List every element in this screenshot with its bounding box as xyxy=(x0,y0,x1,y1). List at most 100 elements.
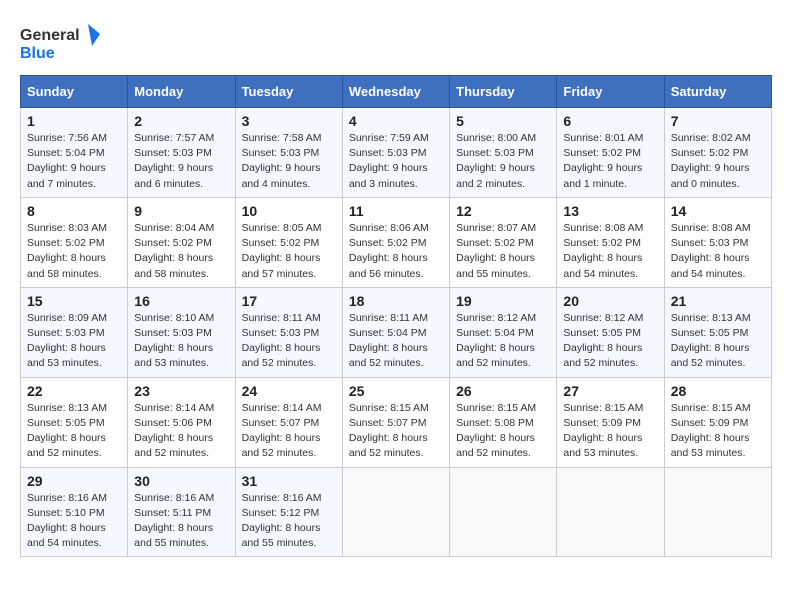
day-number: 27 xyxy=(563,383,657,399)
calendar-cell: 10 Sunrise: 8:05 AM Sunset: 5:02 PM Dayli… xyxy=(235,197,342,287)
day-number: 6 xyxy=(563,113,657,129)
calendar-week-row: 8 Sunrise: 8:03 AM Sunset: 5:02 PM Daylig… xyxy=(21,197,772,287)
day-number: 24 xyxy=(242,383,336,399)
calendar-cell: 29 Sunrise: 8:16 AM Sunset: 5:10 PM Dayli… xyxy=(21,467,128,557)
day-number: 5 xyxy=(456,113,550,129)
day-number: 4 xyxy=(349,113,443,129)
day-info: Sunrise: 8:13 AM Sunset: 5:05 PM Dayligh… xyxy=(671,311,765,372)
calendar-cell: 18 Sunrise: 8:11 AM Sunset: 5:04 PM Dayli… xyxy=(342,287,449,377)
day-number: 21 xyxy=(671,293,765,309)
day-number: 18 xyxy=(349,293,443,309)
day-number: 13 xyxy=(563,203,657,219)
day-number: 16 xyxy=(134,293,228,309)
weekday-header: Sunday xyxy=(21,76,128,108)
day-number: 26 xyxy=(456,383,550,399)
svg-text:General: General xyxy=(20,27,80,44)
calendar-cell: 26 Sunrise: 8:15 AM Sunset: 5:08 PM Dayli… xyxy=(450,377,557,467)
day-info: Sunrise: 8:15 AM Sunset: 5:09 PM Dayligh… xyxy=(563,401,657,462)
weekday-header: Friday xyxy=(557,76,664,108)
day-number: 25 xyxy=(349,383,443,399)
calendar-cell: 4Sunrise: 7:59 AM Sunset: 5:03 PM Daylig… xyxy=(342,108,449,198)
calendar-cell: 1Sunrise: 7:56 AM Sunset: 5:04 PM Daylig… xyxy=(21,108,128,198)
day-number: 8 xyxy=(27,203,121,219)
calendar-cell xyxy=(342,467,449,557)
day-info: Sunrise: 8:15 AM Sunset: 5:08 PM Dayligh… xyxy=(456,401,550,462)
day-info: Sunrise: 8:08 AM Sunset: 5:02 PM Dayligh… xyxy=(563,221,657,282)
day-number: 2 xyxy=(134,113,228,129)
day-number: 28 xyxy=(671,383,765,399)
day-info: Sunrise: 8:09 AM Sunset: 5:03 PM Dayligh… xyxy=(27,311,121,372)
calendar-cell: 30Sunrise: 8:16 AM Sunset: 5:11 PM Dayli… xyxy=(128,467,235,557)
logo-svg: General Blue xyxy=(20,20,100,65)
day-info: Sunrise: 8:11 AM Sunset: 5:03 PM Dayligh… xyxy=(242,311,336,372)
logo: General Blue xyxy=(20,20,100,65)
day-number: 30 xyxy=(134,473,228,489)
calendar-table: SundayMondayTuesdayWednesdayThursdayFrid… xyxy=(20,75,772,557)
day-number: 23 xyxy=(134,383,228,399)
day-info: Sunrise: 7:57 AM Sunset: 5:03 PM Dayligh… xyxy=(134,131,228,192)
calendar-cell: 31Sunrise: 8:16 AM Sunset: 5:12 PM Dayli… xyxy=(235,467,342,557)
day-info: Sunrise: 8:02 AM Sunset: 5:02 PM Dayligh… xyxy=(671,131,765,192)
day-info: Sunrise: 8:15 AM Sunset: 5:07 PM Dayligh… xyxy=(349,401,443,462)
calendar-cell: 11 Sunrise: 8:06 AM Sunset: 5:02 PM Dayli… xyxy=(342,197,449,287)
calendar-cell: 28 Sunrise: 8:15 AM Sunset: 5:09 PM Dayli… xyxy=(664,377,771,467)
day-number: 29 xyxy=(27,473,121,489)
day-info: Sunrise: 7:58 AM Sunset: 5:03 PM Dayligh… xyxy=(242,131,336,192)
weekday-header: Thursday xyxy=(450,76,557,108)
calendar-cell: 12 Sunrise: 8:07 AM Sunset: 5:02 PM Dayli… xyxy=(450,197,557,287)
calendar-cell: 2 Sunrise: 7:57 AM Sunset: 5:03 PM Daylig… xyxy=(128,108,235,198)
calendar-cell: 24Sunrise: 8:14 AM Sunset: 5:07 PM Dayli… xyxy=(235,377,342,467)
calendar-cell: 13 Sunrise: 8:08 AM Sunset: 5:02 PM Dayli… xyxy=(557,197,664,287)
day-info: Sunrise: 8:07 AM Sunset: 5:02 PM Dayligh… xyxy=(456,221,550,282)
day-info: Sunrise: 8:13 AM Sunset: 5:05 PM Dayligh… xyxy=(27,401,121,462)
calendar-cell: 25 Sunrise: 8:15 AM Sunset: 5:07 PM Dayli… xyxy=(342,377,449,467)
day-number: 14 xyxy=(671,203,765,219)
day-info: Sunrise: 8:01 AM Sunset: 5:02 PM Dayligh… xyxy=(563,131,657,192)
calendar-cell: 19Sunrise: 8:12 AM Sunset: 5:04 PM Dayli… xyxy=(450,287,557,377)
day-info: Sunrise: 8:12 AM Sunset: 5:05 PM Dayligh… xyxy=(563,311,657,372)
day-number: 12 xyxy=(456,203,550,219)
day-info: Sunrise: 8:15 AM Sunset: 5:09 PM Dayligh… xyxy=(671,401,765,462)
day-info: Sunrise: 8:03 AM Sunset: 5:02 PM Dayligh… xyxy=(27,221,121,282)
calendar-cell: 14 Sunrise: 8:08 AM Sunset: 5:03 PM Dayli… xyxy=(664,197,771,287)
day-number: 20 xyxy=(563,293,657,309)
day-info: Sunrise: 7:56 AM Sunset: 5:04 PM Dayligh… xyxy=(27,131,121,192)
day-info: Sunrise: 8:11 AM Sunset: 5:04 PM Dayligh… xyxy=(349,311,443,372)
svg-text:Blue: Blue xyxy=(20,45,55,62)
calendar-cell: 23 Sunrise: 8:14 AM Sunset: 5:06 PM Dayli… xyxy=(128,377,235,467)
day-info: Sunrise: 8:04 AM Sunset: 5:02 PM Dayligh… xyxy=(134,221,228,282)
day-number: 7 xyxy=(671,113,765,129)
day-number: 31 xyxy=(242,473,336,489)
day-info: Sunrise: 8:06 AM Sunset: 5:02 PM Dayligh… xyxy=(349,221,443,282)
calendar-cell: 5 Sunrise: 8:00 AM Sunset: 5:03 PM Daylig… xyxy=(450,108,557,198)
calendar-cell: 7 Sunrise: 8:02 AM Sunset: 5:02 PM Daylig… xyxy=(664,108,771,198)
day-info: Sunrise: 8:08 AM Sunset: 5:03 PM Dayligh… xyxy=(671,221,765,282)
calendar-header-row: SundayMondayTuesdayWednesdayThursdayFrid… xyxy=(21,76,772,108)
calendar-cell: 21 Sunrise: 8:13 AM Sunset: 5:05 PM Dayli… xyxy=(664,287,771,377)
day-info: Sunrise: 8:10 AM Sunset: 5:03 PM Dayligh… xyxy=(134,311,228,372)
calendar-week-row: 1Sunrise: 7:56 AM Sunset: 5:04 PM Daylig… xyxy=(21,108,772,198)
day-number: 9 xyxy=(134,203,228,219)
day-number: 11 xyxy=(349,203,443,219)
day-info: Sunrise: 8:12 AM Sunset: 5:04 PM Dayligh… xyxy=(456,311,550,372)
day-info: Sunrise: 8:05 AM Sunset: 5:02 PM Dayligh… xyxy=(242,221,336,282)
calendar-cell: 3 Sunrise: 7:58 AM Sunset: 5:03 PM Daylig… xyxy=(235,108,342,198)
calendar-week-row: 15Sunrise: 8:09 AM Sunset: 5:03 PM Dayli… xyxy=(21,287,772,377)
day-info: Sunrise: 8:00 AM Sunset: 5:03 PM Dayligh… xyxy=(456,131,550,192)
page-header: General Blue xyxy=(20,20,772,65)
calendar-cell: 8 Sunrise: 8:03 AM Sunset: 5:02 PM Daylig… xyxy=(21,197,128,287)
calendar-cell: 20 Sunrise: 8:12 AM Sunset: 5:05 PM Dayli… xyxy=(557,287,664,377)
calendar-cell xyxy=(557,467,664,557)
day-info: Sunrise: 8:14 AM Sunset: 5:06 PM Dayligh… xyxy=(134,401,228,462)
day-number: 3 xyxy=(242,113,336,129)
weekday-header: Wednesday xyxy=(342,76,449,108)
day-number: 10 xyxy=(242,203,336,219)
calendar-week-row: 22Sunrise: 8:13 AM Sunset: 5:05 PM Dayli… xyxy=(21,377,772,467)
calendar-cell: 16 Sunrise: 8:10 AM Sunset: 5:03 PM Dayli… xyxy=(128,287,235,377)
calendar-cell: 6 Sunrise: 8:01 AM Sunset: 5:02 PM Daylig… xyxy=(557,108,664,198)
calendar-cell: 9 Sunrise: 8:04 AM Sunset: 5:02 PM Daylig… xyxy=(128,197,235,287)
day-info: Sunrise: 8:16 AM Sunset: 5:10 PM Dayligh… xyxy=(27,491,121,552)
weekday-header: Saturday xyxy=(664,76,771,108)
calendar-week-row: 29 Sunrise: 8:16 AM Sunset: 5:10 PM Dayli… xyxy=(21,467,772,557)
calendar-cell: 27 Sunrise: 8:15 AM Sunset: 5:09 PM Dayli… xyxy=(557,377,664,467)
